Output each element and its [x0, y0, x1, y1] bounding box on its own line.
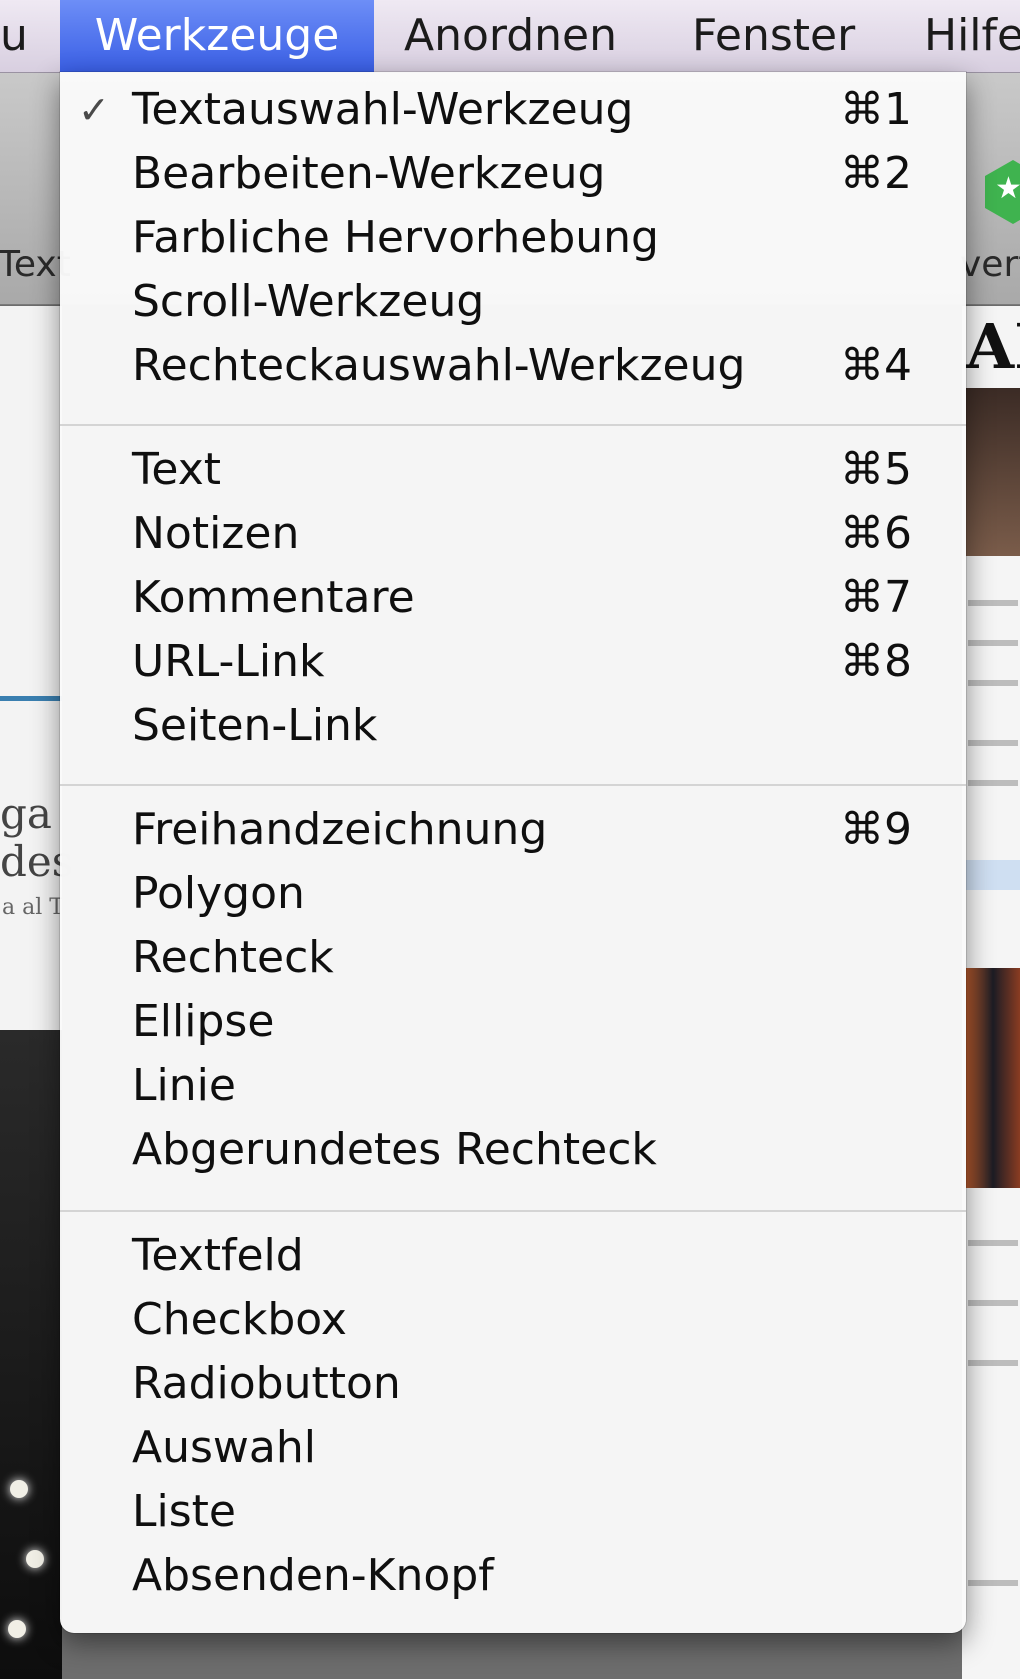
menu-item-label: Ellipse [132, 996, 275, 1047]
menu-bar-item-werkzeuge[interactable]: Werkzeuge [60, 0, 374, 72]
right-document-text-line [968, 1580, 1018, 1586]
menu-item-label: Text [132, 444, 221, 495]
right-document-masthead: AI [966, 310, 1020, 383]
right-document-photo [966, 968, 1020, 1188]
menu-item-label: Seiten-Link [132, 700, 378, 751]
menu-item-url-link[interactable]: URL-Link ⌘8 [60, 630, 966, 694]
menu-item-label: Radiobutton [132, 1358, 401, 1409]
menu-item-label: Farbliche Hervorhebung [132, 212, 659, 263]
right-document-text-line [968, 680, 1018, 686]
right-document-text-line [968, 740, 1018, 746]
menu-item-label: Notizen [132, 508, 300, 559]
menu-item-auswahl[interactable]: Auswahl [60, 1416, 966, 1480]
right-document-text-line [968, 1240, 1018, 1246]
menu-item-label: Rechteckauswahl-Werkzeug [132, 340, 746, 391]
checkmark-icon: ✓ [78, 88, 110, 132]
menu-item-shortcut: ⌘5 [840, 444, 912, 495]
menu-item-label: Kommentare [132, 572, 415, 623]
menu-item-absenden-knopf[interactable]: Absenden-Knopf [60, 1544, 966, 1608]
menu-item-label: Liste [132, 1486, 236, 1537]
toolbar-label-right[interactable]: vert [960, 244, 1020, 285]
menu-item-abgerundetes-rechteck[interactable]: Abgerundetes Rechteck [60, 1118, 966, 1182]
menu-item-label: Polygon [132, 868, 305, 919]
menu-item-notizen[interactable]: Notizen ⌘6 [60, 502, 966, 566]
menu-item-polygon[interactable]: Polygon [60, 862, 966, 926]
menu-item-rechteckauswahl-werkzeug[interactable]: Rechteckauswahl-Werkzeug ⌘4 [60, 334, 966, 398]
menu-bar-item-fenster[interactable]: Fenster [692, 0, 855, 72]
right-document-text-line [968, 1300, 1018, 1306]
menu-item-shortcut: ⌘8 [840, 636, 912, 687]
menu-item-label: Auswahl [132, 1422, 316, 1473]
right-document-text-line [968, 1360, 1018, 1366]
menu-item-checkbox[interactable]: Checkbox [60, 1288, 966, 1352]
right-document-text-line [968, 640, 1018, 646]
menu-item-scroll-werkzeug[interactable]: Scroll-Werkzeug [60, 270, 966, 334]
menu-item-shortcut: ⌘2 [840, 148, 912, 199]
menu-item-shortcut: ⌘4 [840, 340, 912, 391]
right-document-banner [962, 860, 1020, 890]
menu-item-shortcut: ⌘1 [840, 84, 912, 135]
right-document-text-line [968, 600, 1018, 606]
left-document-caption: a al T [2, 895, 64, 920]
menu-item-label: Textfeld [132, 1230, 304, 1281]
left-document-divider [0, 696, 62, 701]
menu-item-kommentare[interactable]: Kommentare ⌘7 [60, 566, 966, 630]
menu-item-text[interactable]: Text ⌘5 [60, 438, 966, 502]
menu-item-shortcut: ⌘7 [840, 572, 912, 623]
menu-item-seiten-link[interactable]: Seiten-Link [60, 694, 966, 758]
left-document-photo [0, 1030, 62, 1679]
menu-item-liste[interactable]: Liste [60, 1480, 966, 1544]
menu-item-label: Scroll-Werkzeug [132, 276, 485, 327]
menu-item-label: Abgerundetes Rechteck [132, 1124, 657, 1175]
menu-item-label: Linie [132, 1060, 236, 1111]
menu-item-shortcut: ⌘9 [840, 804, 912, 855]
menu-item-freihandzeichnung[interactable]: Freihandzeichnung ⌘9 [60, 798, 966, 862]
menu-item-ellipse[interactable]: Ellipse [60, 990, 966, 1054]
menu-item-textauswahl-werkzeug[interactable]: ✓ Textauswahl-Werkzeug ⌘1 [60, 78, 966, 142]
right-document-text-line [968, 780, 1018, 786]
menu-item-label: Textauswahl-Werkzeug [132, 84, 634, 135]
menu-bar-item-anordnen[interactable]: Anordnen [404, 0, 617, 72]
menu-item-radiobutton[interactable]: Radiobutton [60, 1352, 966, 1416]
menu-item-label: Bearbeiten-Werkzeug [132, 148, 606, 199]
menu-bar-item-u[interactable]: u [0, 0, 28, 72]
menu-item-label: Absenden-Knopf [132, 1550, 494, 1601]
menu-separator [60, 1210, 966, 1212]
werkzeuge-menu: ✓ Textauswahl-Werkzeug ⌘1 Bearbeiten-Wer… [60, 72, 966, 1633]
menu-item-linie[interactable]: Linie [60, 1054, 966, 1118]
menu-item-label: Rechteck [132, 932, 334, 983]
menu-item-label: URL-Link [132, 636, 325, 687]
menu-item-farbliche-hervorhebung[interactable]: Farbliche Hervorhebung [60, 206, 966, 270]
menu-separator [60, 784, 966, 786]
menu-item-textfeld[interactable]: Textfeld [60, 1224, 966, 1288]
menu-item-bearbeiten-werkzeug[interactable]: Bearbeiten-Werkzeug ⌘2 [60, 142, 966, 206]
right-document-photo [966, 388, 1020, 556]
menu-bar-item-hilfe[interactable]: Hilfe [924, 0, 1020, 72]
menu-item-rechteck[interactable]: Rechteck [60, 926, 966, 990]
menu-item-label: Checkbox [132, 1294, 347, 1345]
menu-separator [60, 424, 966, 426]
menu-item-shortcut: ⌘6 [840, 508, 912, 559]
menu-item-label: Freihandzeichnung [132, 804, 548, 855]
menu-bar: u Werkzeuge Anordnen Fenster Hilfe [0, 0, 1020, 73]
